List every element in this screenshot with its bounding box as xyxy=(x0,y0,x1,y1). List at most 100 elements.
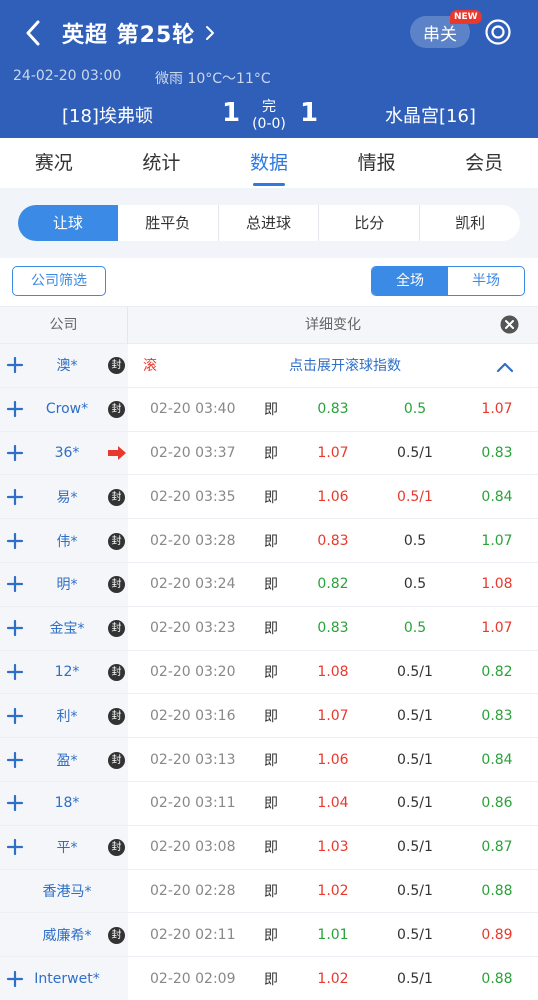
odds-row[interactable]: 36* 02-20 03:37 即 1.07 0.5/1 0.83 xyxy=(0,431,538,476)
plus-icon[interactable] xyxy=(6,751,24,769)
odds-row[interactable]: 平* 封 02-20 03:08 即 1.03 0.5/1 0.87 xyxy=(0,825,538,870)
odds-row[interactable]: Interwet* 02-20 02:09 即 1.02 0.5/1 0.88 xyxy=(0,957,538,1000)
subtab-kelly[interactable]: 凯利 xyxy=(420,205,520,241)
update-time: 02-20 03:16 xyxy=(150,707,236,724)
seal-icon: 封 xyxy=(108,663,125,681)
plus-icon[interactable] xyxy=(6,400,24,418)
home-odds: 1.01 xyxy=(317,926,349,943)
odds-type: 即 xyxy=(264,664,278,681)
plus-icon[interactable] xyxy=(6,707,24,725)
company-filter-button[interactable]: 公司筛选 xyxy=(12,266,106,296)
odds-row[interactable]: 利* 封 02-20 03:16 即 1.07 0.5/1 0.83 xyxy=(0,694,538,739)
odds-row[interactable]: 威廉希* 封 02-20 02:11 即 1.01 0.5/1 0.89 xyxy=(0,913,538,958)
match-datetime: 24-02-20 03:00 xyxy=(13,68,122,84)
odds-row[interactable]: 香港马* 02-20 02:28 即 1.02 0.5/1 0.88 xyxy=(0,869,538,914)
away-odds: 0.83 xyxy=(481,707,513,724)
odds-row[interactable]: 明* 封 02-20 03:24 即 0.82 0.5 1.08 xyxy=(0,562,538,607)
plus-icon[interactable] xyxy=(6,532,24,550)
filter-row: 公司筛选 全场 半场 xyxy=(0,258,538,306)
back-arrow-icon[interactable] xyxy=(20,18,46,48)
company-name: 利* xyxy=(56,708,78,725)
update-time: 02-20 03:08 xyxy=(150,839,236,856)
match-weather: 微雨 10°C～11°C xyxy=(155,71,271,87)
seal-icon: 封 xyxy=(108,751,125,769)
update-time: 02-20 03:11 xyxy=(150,795,236,812)
subtab-total-goals[interactable]: 总进球 xyxy=(219,205,320,241)
tab-data[interactable]: 数据 xyxy=(215,138,323,188)
plus-icon[interactable] xyxy=(6,444,24,462)
odds-row[interactable]: 伟* 封 02-20 03:28 即 0.83 0.5 1.07 xyxy=(0,519,538,563)
company-name: 澳* xyxy=(56,358,78,375)
odds-type: 即 xyxy=(264,883,278,900)
away-odds: 0.84 xyxy=(481,751,513,768)
plus-icon[interactable] xyxy=(6,663,24,681)
league-round-selector[interactable]: 英超 第25轮 xyxy=(62,16,215,50)
handicap-line: 0.5/1 xyxy=(397,663,433,680)
period-full-time[interactable]: 全场 xyxy=(372,267,448,295)
company-name: 12* xyxy=(54,663,80,680)
table-header: 公司 详细变化 xyxy=(0,306,538,344)
company-name: 伟* xyxy=(56,533,78,550)
plus-icon[interactable] xyxy=(6,575,24,593)
odds-row[interactable]: 18* 02-20 03:11 即 1.04 0.5/1 0.86 xyxy=(0,781,538,826)
tab-member[interactable]: 会员 xyxy=(430,138,538,188)
away-odds: 0.84 xyxy=(481,488,513,505)
plus-icon[interactable] xyxy=(6,619,24,637)
page-title: 英超 第25轮 xyxy=(62,23,196,48)
handicap-line: 0.5/1 xyxy=(397,444,433,461)
odds-type-tabs: 让球 胜平负 总进球 比分 凯利 xyxy=(18,205,520,241)
plus-icon[interactable] xyxy=(6,356,24,374)
subtab-handicap[interactable]: 让球 xyxy=(18,205,118,241)
live-odds-row[interactable]: 澳* 封 滚 点击展开滚球指数 xyxy=(0,344,538,388)
update-time: 02-20 03:35 xyxy=(150,488,236,505)
handicap-line: 0.5/1 xyxy=(397,707,433,724)
handicap-line: 0.5/1 xyxy=(397,839,433,856)
away-odds: 1.07 xyxy=(481,620,513,637)
home-odds: 1.03 xyxy=(317,839,349,856)
away-odds: 0.88 xyxy=(481,882,513,899)
odds-type: 即 xyxy=(264,840,278,857)
match-header: 英超 第25轮 串关 NEW 24-02-20 03:00 微雨 10°C～11… xyxy=(0,0,538,138)
odds-row[interactable]: 易* 封 02-20 03:35 即 1.06 0.5/1 0.84 xyxy=(0,475,538,520)
plus-icon[interactable] xyxy=(6,488,24,506)
update-time: 02-20 03:24 xyxy=(150,576,236,593)
handicap-line: 0.5 xyxy=(403,620,427,637)
home-odds: 1.07 xyxy=(317,444,349,461)
plus-icon[interactable] xyxy=(6,970,24,988)
plus-icon[interactable] xyxy=(6,794,24,812)
settings-icon[interactable] xyxy=(484,18,512,46)
subtab-1x2[interactable]: 胜平负 xyxy=(118,205,219,241)
odds-row[interactable]: 12* 封 02-20 03:20 即 1.08 0.5/1 0.82 xyxy=(0,650,538,695)
update-time: 02-20 02:09 xyxy=(150,970,236,987)
subtab-correct-score[interactable]: 比分 xyxy=(319,205,421,241)
tab-stats[interactable]: 统计 xyxy=(108,138,216,188)
home-odds: 1.07 xyxy=(317,707,349,724)
close-icon[interactable] xyxy=(500,315,519,334)
tab-intel[interactable]: 情报 xyxy=(323,138,431,188)
home-odds: 1.08 xyxy=(317,663,349,680)
away-team[interactable]: 水晶宫[16] xyxy=(385,102,476,128)
home-odds: 0.83 xyxy=(317,401,349,418)
chevron-right-icon xyxy=(205,25,215,41)
away-odds: 0.89 xyxy=(481,926,513,943)
tab-live[interactable]: 赛况 xyxy=(0,138,108,188)
period-half-time[interactable]: 半场 xyxy=(448,267,524,295)
expand-live-odds-link[interactable]: 点击展开滚球指数 xyxy=(250,344,440,387)
plus-icon[interactable] xyxy=(6,838,24,856)
company-name: 平* xyxy=(56,840,78,857)
home-team[interactable]: [18]埃弗顿 xyxy=(62,102,153,128)
home-odds: 0.83 xyxy=(317,620,349,637)
home-odds: 1.04 xyxy=(317,795,349,812)
odds-table: 澳* 封 滚 点击展开滚球指数 Crow* 封 02-20 03:40 即 0.83 0.… xyxy=(0,344,538,1000)
odds-row[interactable]: 盈* 封 02-20 03:13 即 1.06 0.5/1 0.84 xyxy=(0,738,538,782)
odds-row[interactable]: 金宝* 封 02-20 03:23 即 0.83 0.5 1.07 xyxy=(0,606,538,651)
odds-row[interactable]: Crow* 封 02-20 03:40 即 0.83 0.5 1.07 xyxy=(0,387,538,432)
odds-type: 即 xyxy=(264,621,278,638)
home-odds: 1.06 xyxy=(317,751,349,768)
away-odds: 1.07 xyxy=(481,532,513,549)
handicap-line: 0.5/1 xyxy=(397,882,433,899)
half-time-score: (0-0) xyxy=(252,116,286,132)
odds-type: 即 xyxy=(264,752,278,769)
odds-type: 即 xyxy=(264,708,278,725)
caret-up-icon[interactable] xyxy=(496,358,514,373)
